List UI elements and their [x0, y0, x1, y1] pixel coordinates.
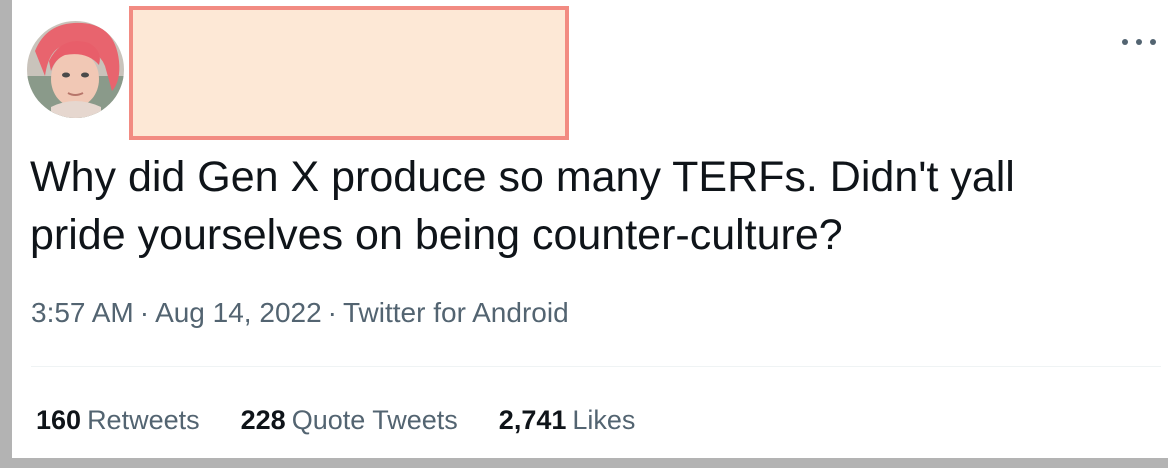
- tweet-source[interactable]: Twitter for Android: [343, 297, 569, 328]
- likes-stat[interactable]: 2,741 Likes: [499, 405, 636, 436]
- quote-tweets-label: Quote Tweets: [291, 405, 458, 435]
- tweet-text: Why did Gen X produce so many TERFs. Did…: [30, 153, 1015, 259]
- quote-tweets-count: 228: [240, 405, 286, 435]
- retweets-label: Retweets: [87, 405, 200, 435]
- more-options-icon[interactable]: [1122, 36, 1156, 48]
- retweets-stat[interactable]: 160 Retweets: [36, 405, 200, 436]
- retweets-count: 160: [36, 405, 82, 435]
- divider: [31, 366, 1161, 367]
- avatar-image: [27, 21, 124, 118]
- tweet-time[interactable]: 3:57 AM: [31, 297, 134, 328]
- meta-separator: ·: [327, 297, 337, 328]
- meta-separator: ·: [139, 297, 150, 328]
- tweet-stats: 160 Retweets 228 Quote Tweets 2,741 Likes: [36, 405, 676, 436]
- likes-count: 2,741: [498, 405, 567, 435]
- tweet-card: Why did Gen X produce so many TERFs. Did…: [12, 0, 1168, 458]
- redacted-name-block: [129, 6, 569, 140]
- quote-tweets-stat[interactable]: 228 Quote Tweets: [241, 405, 458, 436]
- likes-label: Likes: [572, 405, 636, 435]
- avatar[interactable]: [27, 21, 124, 118]
- tweet-metadata: 3:57 AM · Aug 14, 2022 · Twitter for Android: [31, 297, 569, 329]
- tweet-date[interactable]: Aug 14, 2022: [155, 297, 322, 328]
